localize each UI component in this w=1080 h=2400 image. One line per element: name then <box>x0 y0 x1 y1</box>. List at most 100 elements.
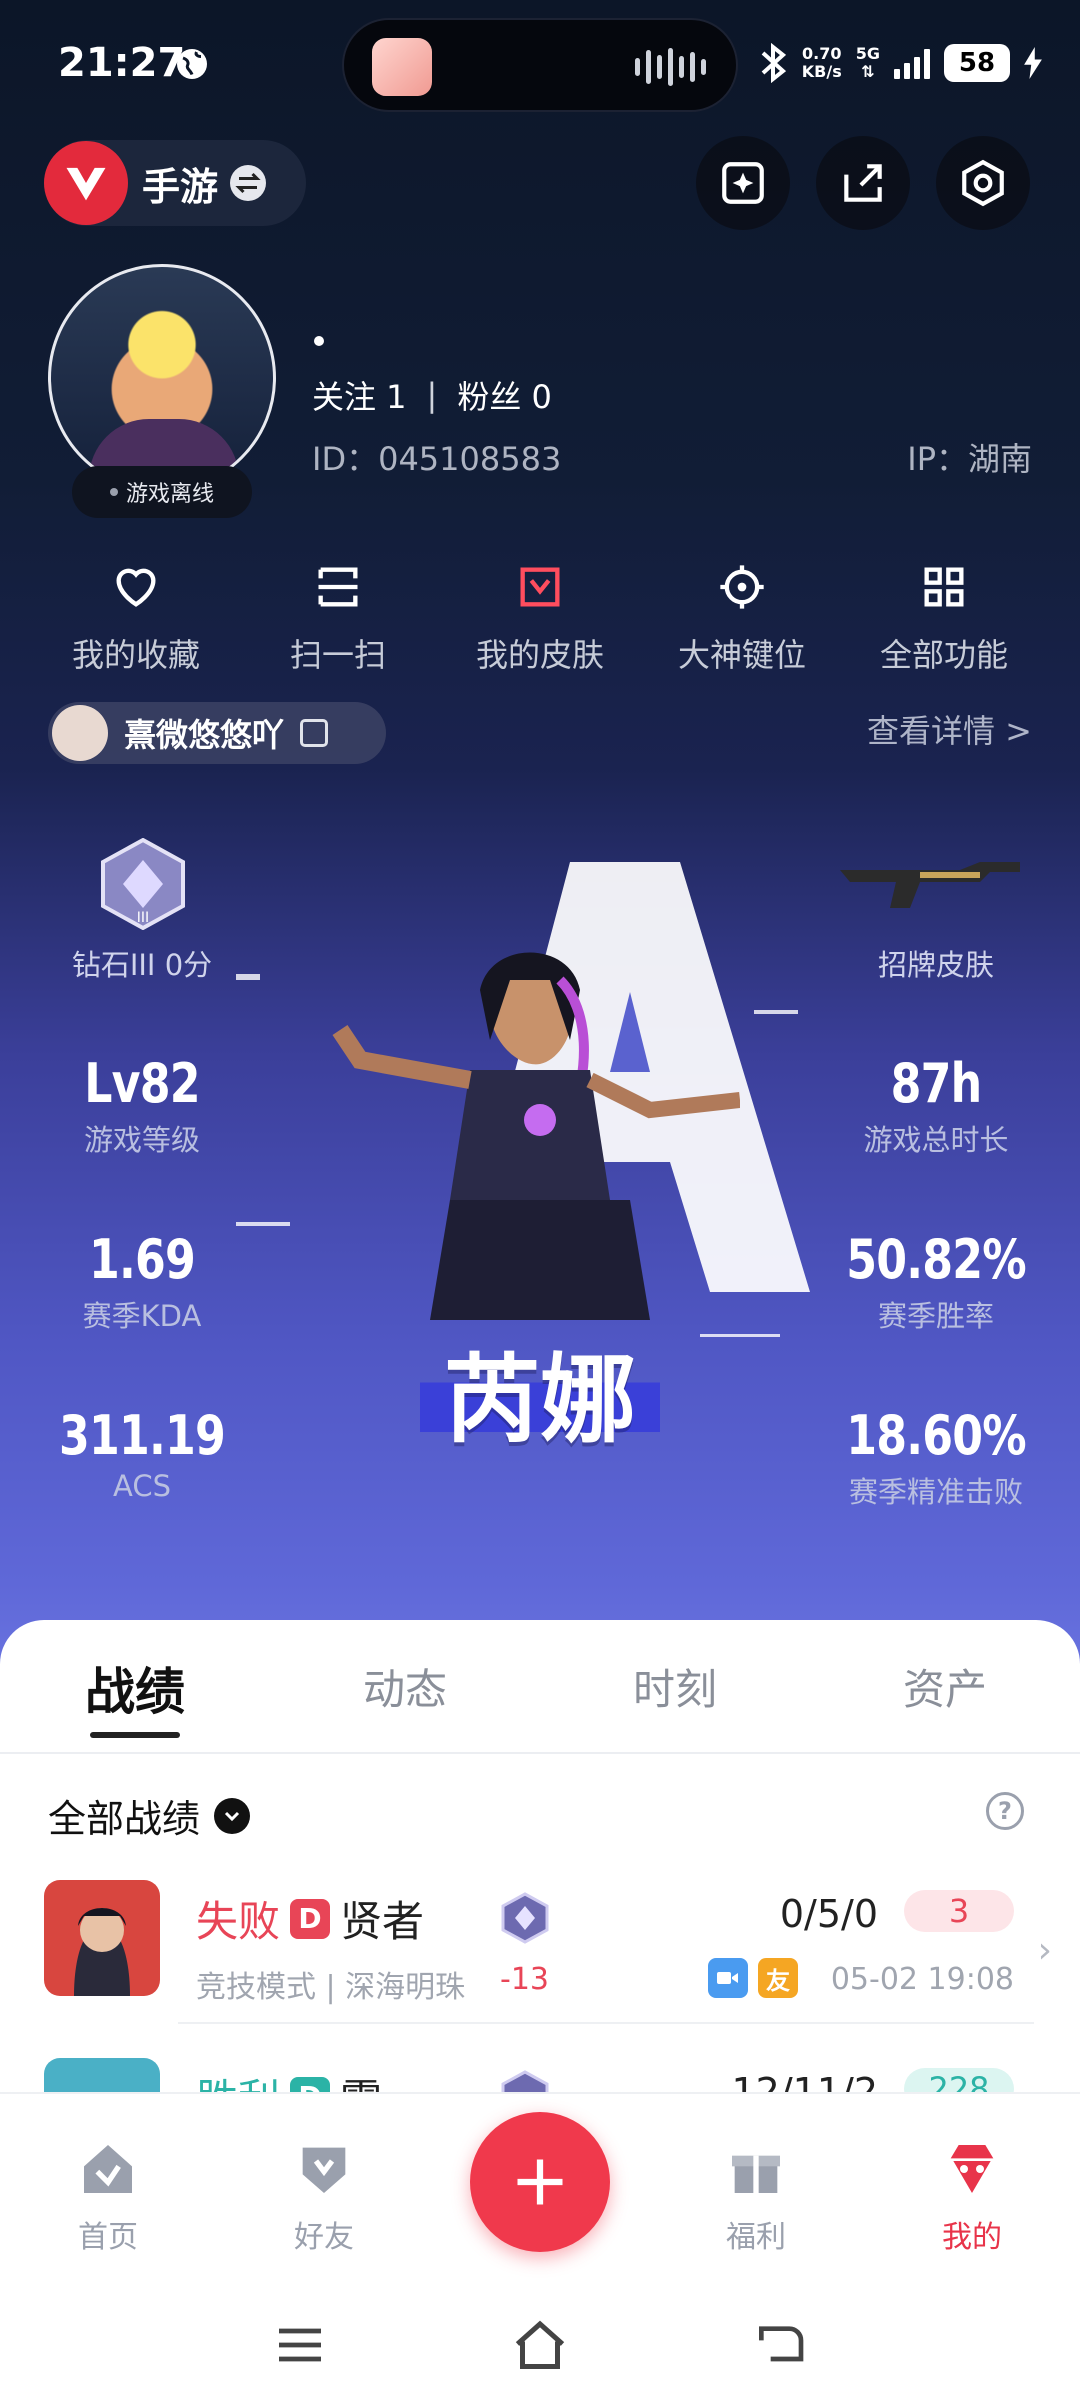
status-bar: 21:27 0.70 KB/s 5G ⇅ 58 <box>0 0 1080 120</box>
net-speed: 0.70 <box>802 44 842 63</box>
agent-hero-illustration <box>332 952 740 1320</box>
bluetooth-icon <box>761 43 786 83</box>
nav-home[interactable]: 首页 <box>38 2134 178 2256</box>
quick-actions: 我的收藏 扫一扫 我的皮肤 大神键位 全部功能 <box>36 552 1044 676</box>
game-account-avatar <box>52 705 108 761</box>
favorites-label: 我的收藏 <box>71 636 200 674</box>
net-type: 5G <box>855 44 880 63</box>
plus-icon <box>517 2159 563 2205</box>
game-account-chip[interactable]: 熹微悠悠吖 <box>48 702 386 764</box>
follow-separator: | <box>426 376 438 414</box>
view-details-link[interactable]: 查看详情 > <box>867 706 1032 752</box>
nav-welfare[interactable]: 福利 <box>686 2134 826 2256</box>
records-filter[interactable]: 全部战绩 <box>48 1788 251 1843</box>
follow-stats: 关注 1 | 粉丝 0 <box>312 372 552 418</box>
scan-button[interactable]: 扫一扫 <box>238 552 438 676</box>
nav-me-label: 我的 <box>942 2220 1002 2255</box>
chevron-right-icon: › <box>1037 1930 1052 1971</box>
match-row[interactable]: 失败 D 贤者 竞技模式 | 深海明珠 -13 0/5/0 3 友 05-02 … <box>0 1874 1080 2034</box>
tab-moments-label: 时刻 <box>632 1665 717 1714</box>
chevron-down-icon <box>214 1797 251 1834</box>
settings-hex-icon <box>962 159 1004 207</box>
system-nav-bar <box>0 2290 1080 2400</box>
match-mode: 竞技模式 | 深海明珠 <box>196 1970 466 2005</box>
stat-headshot: 18.60% 赛季精准击败 <box>806 1404 1066 1511</box>
all-features-button[interactable]: 全部功能 <box>844 552 1044 676</box>
copy-icon[interactable] <box>300 719 329 747</box>
friends-icon <box>302 2147 346 2193</box>
agent-name-text: 贤者 <box>340 1897 425 1946</box>
ip-location: IP：湖南 <box>907 440 1032 478</box>
match-date: 05-02 19:08 <box>830 1962 1014 1997</box>
nav-friends[interactable]: 好友 <box>254 2134 394 2256</box>
my-skins-label: 我的皮肤 <box>475 636 604 674</box>
tab-records[interactable]: 战绩 <box>0 1620 270 1752</box>
nav-home-label: 首页 <box>78 2220 138 2255</box>
stat-winrate: 50.82% 赛季胜率 <box>806 1228 1066 1335</box>
nav-welfare-label: 福利 <box>726 2220 786 2255</box>
deco-dash <box>236 974 260 980</box>
skin-icon <box>520 567 560 607</box>
scan-label: 扫一扫 <box>289 636 386 674</box>
gift-icon <box>732 2155 780 2193</box>
agent-name: 芮娜 <box>420 1322 660 1456</box>
deco-dash <box>236 1222 290 1226</box>
ai-card-button[interactable] <box>696 136 790 230</box>
stat-level-label: 游戏等级 <box>83 1123 200 1157</box>
share-button[interactable] <box>816 136 910 230</box>
stat-kda-value: 1.69 <box>89 1228 196 1291</box>
signal-icon <box>894 47 930 79</box>
status-time: 21:27 <box>58 40 186 86</box>
stat-headshot-label: 赛季精准击败 <box>848 1475 1023 1509</box>
svg-text:III: III <box>137 910 149 926</box>
rank-change: -13 <box>500 1962 549 1997</box>
back-icon[interactable] <box>752 2320 808 2370</box>
nav-me[interactable]: 我的 <box>902 2134 1042 2256</box>
tabs-divider <box>0 1752 1080 1754</box>
menu-icon[interactable] <box>272 2320 328 2370</box>
running-app-icon <box>372 38 432 96</box>
home-button-icon[interactable] <box>510 2316 570 2372</box>
video-icon <box>708 1958 748 1998</box>
user-avatar[interactable] <box>48 264 276 492</box>
sparkle-card-icon <box>722 162 764 204</box>
tab-records-label: 战绩 <box>85 1663 185 1721</box>
game-switcher[interactable]: 手游 <box>44 140 306 226</box>
rifle-skin-icon[interactable] <box>840 850 1030 910</box>
scan-icon <box>318 567 358 607</box>
data-arrows-icon: ⇅ <box>861 62 875 81</box>
dynamic-island[interactable] <box>342 18 738 112</box>
favorites-button[interactable]: 我的收藏 <box>36 552 236 676</box>
followers-count[interactable]: 粉丝 0 <box>457 372 552 418</box>
stat-headshot-value: 18.60% <box>846 1404 1026 1467</box>
share-icon <box>844 164 882 202</box>
stat-kda: 1.69 赛季KDA <box>12 1228 272 1335</box>
all-features-label: 全部功能 <box>879 636 1008 674</box>
brand-logo-icon <box>44 141 128 225</box>
globe-icon <box>177 49 207 79</box>
tab-moments[interactable]: 时刻 <box>540 1620 810 1752</box>
rank-diamond-icon: III <box>101 838 185 930</box>
stat-winrate-value: 50.82% <box>846 1228 1026 1291</box>
presence-dot-icon <box>109 488 118 496</box>
stat-playtime-label: 游戏总时长 <box>863 1123 1009 1157</box>
following-count[interactable]: 关注 1 <box>312 372 407 418</box>
deco-dash <box>754 1010 798 1014</box>
stat-level-value: Lv82 <box>84 1052 200 1115</box>
rank-label: 钻石III 0分 <box>71 948 213 982</box>
match-tags: 友 <box>708 1958 798 1998</box>
tab-assets[interactable]: 资产 <box>810 1620 1080 1752</box>
tab-feed[interactable]: 动态 <box>270 1620 540 1752</box>
my-skins-button[interactable]: 我的皮肤 <box>440 552 640 676</box>
profile-tabs: 战绩 动态 时刻 资产 <box>0 1620 1080 1752</box>
settings-button[interactable] <box>936 136 1030 230</box>
nav-friends-label: 好友 <box>294 2220 354 2255</box>
match-kda: 0/5/0 <box>779 1892 878 1936</box>
heart-icon <box>116 568 156 607</box>
game-name: 手游 <box>142 164 219 209</box>
help-icon[interactable]: ? <box>986 1792 1024 1830</box>
charging-icon <box>1024 47 1042 79</box>
create-post-button[interactable] <box>470 2112 610 2252</box>
pro-keybinds-button[interactable]: 大神键位 <box>642 552 842 676</box>
agent-thumbnail <box>44 1880 160 1996</box>
